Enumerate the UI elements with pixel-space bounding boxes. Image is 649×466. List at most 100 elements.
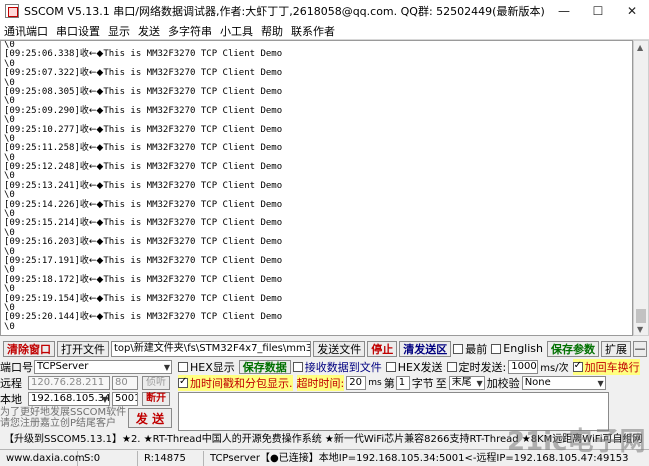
status-bar: www.daxia.com S:0 R:14875 TCPserver【●已连接… — [0, 449, 649, 466]
chevron-down-icon: ▼ — [476, 378, 483, 388]
checksum-value: None — [524, 376, 551, 388]
close-button[interactable]: ✕ — [615, 0, 649, 22]
frontmost-checkbox[interactable] — [453, 343, 464, 354]
receive-to-file-checkbox[interactable] — [292, 361, 303, 372]
english-checkbox[interactable] — [491, 343, 502, 354]
log-timestamp: [09:25:14.226] — [4, 199, 80, 210]
log-message: This is MM32F3270 TCP Client Demo — [103, 237, 283, 248]
maximize-button[interactable]: ☐ — [581, 0, 615, 22]
expand-button[interactable]: 扩展 — [601, 340, 631, 357]
remote-ip-input[interactable]: 120.76.28.211 — [28, 375, 110, 390]
scroll-down-icon[interactable]: ▼ — [637, 325, 643, 334]
log-line: [09:25:17.191]收←◆This is MM32F3270 TCP C… — [1, 256, 632, 266]
log-timestamp: [09:25:06.338] — [4, 49, 80, 60]
clear-send-button[interactable]: 清发送区 — [399, 340, 452, 357]
log-timestamp: [09:25:15.214] — [4, 218, 80, 229]
menu-display[interactable]: 显示 — [104, 23, 134, 39]
log-line: [09:25:12.248]收←◆This is MM32F3270 TCP C… — [1, 162, 632, 173]
log-timestamp: [09:25:10.277] — [4, 124, 80, 135]
receive-arrow-icon: 收←◆ — [79, 312, 104, 323]
send-area-scrollbar[interactable] — [609, 392, 649, 431]
interval-input[interactable]: 1000 — [508, 359, 539, 374]
byte-input[interactable]: 1 — [395, 375, 410, 390]
hex-display-option[interactable]: HEX显示 — [178, 359, 235, 375]
menu-bar: 通讯端口 串口设置 显示 发送 多字符串 小工具 帮助 联系作者 — [0, 22, 649, 40]
send-text-area[interactable] — [178, 392, 609, 431]
hex-display-label: HEX显示 — [190, 360, 235, 374]
hex-display-checkbox[interactable] — [178, 361, 188, 372]
log-message: This is MM32F3270 TCP Client Demo — [103, 86, 283, 97]
local-port-input[interactable]: 5001 — [112, 391, 138, 406]
save-data-button[interactable]: 保存数据 — [238, 359, 291, 374]
collapse-button[interactable]: — — [633, 340, 647, 357]
english-option[interactable]: English — [491, 342, 543, 355]
log-timestamp: [09:25:07.322] — [4, 68, 80, 79]
timestamp-split-checkbox[interactable] — [178, 376, 188, 388]
menu-contact[interactable]: 联系作者 — [287, 23, 339, 39]
remote-port-input[interactable]: 80 — [112, 375, 138, 390]
stop-button[interactable]: 停止 — [367, 340, 398, 357]
add-crlf-option[interactable]: 加回车换行 — [572, 358, 640, 375]
log-message: This is MM32F3270 TCP Client Demo — [103, 124, 283, 135]
receive-arrow-icon: 收←◆ — [79, 274, 104, 285]
menu-comm-port[interactable]: 通讯端口 — [0, 23, 52, 39]
status-received-count: R:14875 — [138, 450, 204, 466]
local-ip-select[interactable]: 192.168.105.34 ▼ — [28, 391, 110, 406]
log-timestamp: [09:25:08.305] — [4, 86, 80, 97]
timed-send-option[interactable]: 定时发送: — [446, 359, 506, 375]
log-timestamp: [09:25:19.154] — [4, 293, 80, 304]
to-select[interactable]: 末尾 ▼ — [448, 375, 485, 390]
hex-send-option[interactable]: HEX发送 — [385, 359, 443, 375]
log-line: [09:25:09.290]收←◆This is MM32F3270 TCP C… — [1, 105, 632, 116]
send-file-button[interactable]: 发送文件 — [313, 340, 366, 357]
promo-banner[interactable]: 【升级到SSCOM5.13.1】★2. ★RT-Thread中国人的开源免费操作… — [0, 432, 649, 448]
disconnect-button[interactable]: 断开 — [142, 391, 170, 406]
log-message: This is MM32F3270 TCP Client Demo — [103, 199, 283, 210]
checksum-select[interactable]: None ▼ — [521, 375, 606, 390]
add-crlf-checkbox[interactable] — [572, 360, 583, 372]
menu-serial-settings[interactable]: 串口设置 — [52, 23, 104, 39]
status-website[interactable]: www.daxia.com — [0, 450, 85, 466]
connection-panel: 端口号 TCPServer ▼ 远程 120.76.28.211 80 侦听 本… — [0, 359, 178, 431]
clear-window-button[interactable]: 清除窗口 — [3, 340, 55, 357]
menu-help[interactable]: 帮助 — [257, 23, 287, 39]
menu-send[interactable]: 发送 — [134, 23, 164, 39]
log-timestamp: [09:25:13.241] — [4, 180, 80, 191]
status-connection: TCPserver【●已连接】本地IP=192.168.105.34:5001<… — [210, 452, 629, 464]
menu-tools[interactable]: 小工具 — [216, 23, 257, 39]
timeout-input[interactable]: 20 — [346, 375, 367, 390]
window-title: SSCOM V5.13.1 串口/网络数据调试器,作者:大虾丁丁,2618058… — [24, 5, 545, 18]
log-line: [09:25:20.144]收←◆This is MM32F3270 TCP C… — [1, 313, 632, 322]
log-line: [09:25:11.258]收←◆This is MM32F3270 TCP C… — [1, 144, 632, 153]
chevron-down-icon: ▼ — [101, 394, 108, 404]
file-path-input[interactable]: top\新建文件夹\fs\STM32F4x7_files\mm32.jpg — [111, 340, 312, 357]
save-params-button[interactable]: 保存参数 — [547, 340, 599, 357]
status-sent-count: S:0 — [78, 450, 138, 466]
scroll-thumb[interactable] — [636, 309, 646, 323]
log-message: This is MM32F3270 TCP Client Demo — [103, 293, 283, 304]
receive-scrollbar[interactable]: ▲ ▼ — [633, 40, 649, 336]
receive-arrow-icon: 收←◆ — [79, 162, 104, 173]
log-line: [09:25:08.305]收←◆This is MM32F3270 TCP C… — [1, 86, 632, 97]
timestamp-split-option[interactable]: 加时间戳和分包显示. — [178, 374, 293, 391]
receive-arrow-icon: 收←◆ — [79, 124, 104, 135]
register-hint-line2[interactable]: 请您注册嘉立创P结尾客户 — [0, 418, 128, 429]
timeout-unit: ms — [368, 377, 382, 388]
receive-area[interactable]: \0 [09:25:06.338]收←◆This is MM32F3270 TCP… — [0, 40, 633, 336]
log-line: [09:25:15.214]收←◆This is MM32F3270 TCP C… — [1, 219, 632, 228]
log-timestamp: [09:25:20.144] — [4, 312, 80, 323]
hex-send-checkbox[interactable] — [385, 361, 396, 372]
send-button[interactable]: 发 送 — [128, 408, 172, 428]
log-message: This is MM32F3270 TCP Client Demo — [103, 105, 283, 116]
scroll-up-icon[interactable]: ▲ — [637, 43, 643, 52]
port-select[interactable]: TCPServer ▼ — [34, 359, 172, 374]
title-bar: SSCOM V5.13.1 串口/网络数据调试器,作者:大虾丁丁,2618058… — [0, 0, 649, 22]
menu-multi-string[interactable]: 多字符串 — [164, 23, 216, 39]
register-hint-line1: 为了更好地发展SSCOM软件 — [0, 407, 127, 418]
frontmost-option[interactable]: 最前 — [453, 341, 487, 357]
listen-button[interactable]: 侦听 — [142, 375, 170, 390]
receive-to-file-option[interactable]: 接收数据到文件 — [292, 359, 382, 375]
open-file-button[interactable]: 打开文件 — [57, 340, 109, 357]
minimize-button[interactable]: — — [547, 0, 581, 22]
timed-send-checkbox[interactable] — [446, 361, 457, 372]
